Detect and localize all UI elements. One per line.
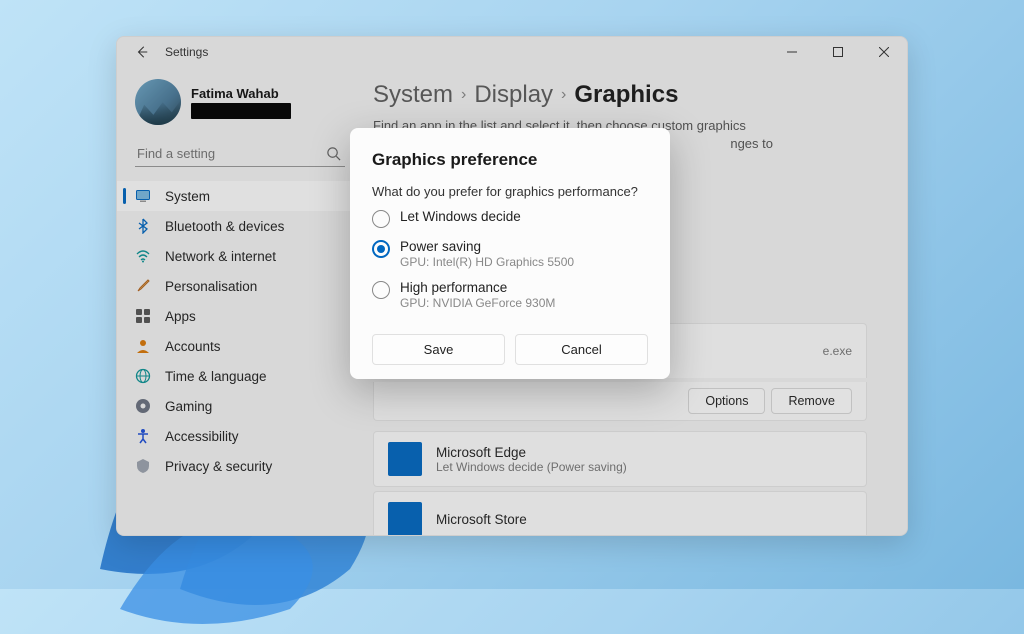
radio-icon (372, 210, 390, 228)
dialog-prompt: What do you prefer for graphics performa… (372, 184, 648, 199)
option-sub: GPU: Intel(R) HD Graphics 5500 (400, 255, 574, 269)
dialog-title: Graphics preference (372, 150, 648, 170)
graphics-preference-dialog: Graphics preference What do you prefer f… (350, 128, 670, 379)
option-power-saving[interactable]: Power saving GPU: Intel(R) HD Graphics 5… (372, 239, 648, 269)
option-let-windows-decide[interactable]: Let Windows decide (372, 209, 648, 228)
option-label: High performance (400, 280, 555, 295)
option-label: Let Windows decide (400, 209, 521, 224)
option-high-performance[interactable]: High performance GPU: NVIDIA GeForce 930… (372, 280, 648, 310)
save-button[interactable]: Save (372, 334, 505, 365)
radio-icon-selected (372, 240, 390, 258)
cancel-button[interactable]: Cancel (515, 334, 648, 365)
option-sub: GPU: NVIDIA GeForce 930M (400, 296, 555, 310)
option-label: Power saving (400, 239, 574, 254)
radio-icon (372, 281, 390, 299)
